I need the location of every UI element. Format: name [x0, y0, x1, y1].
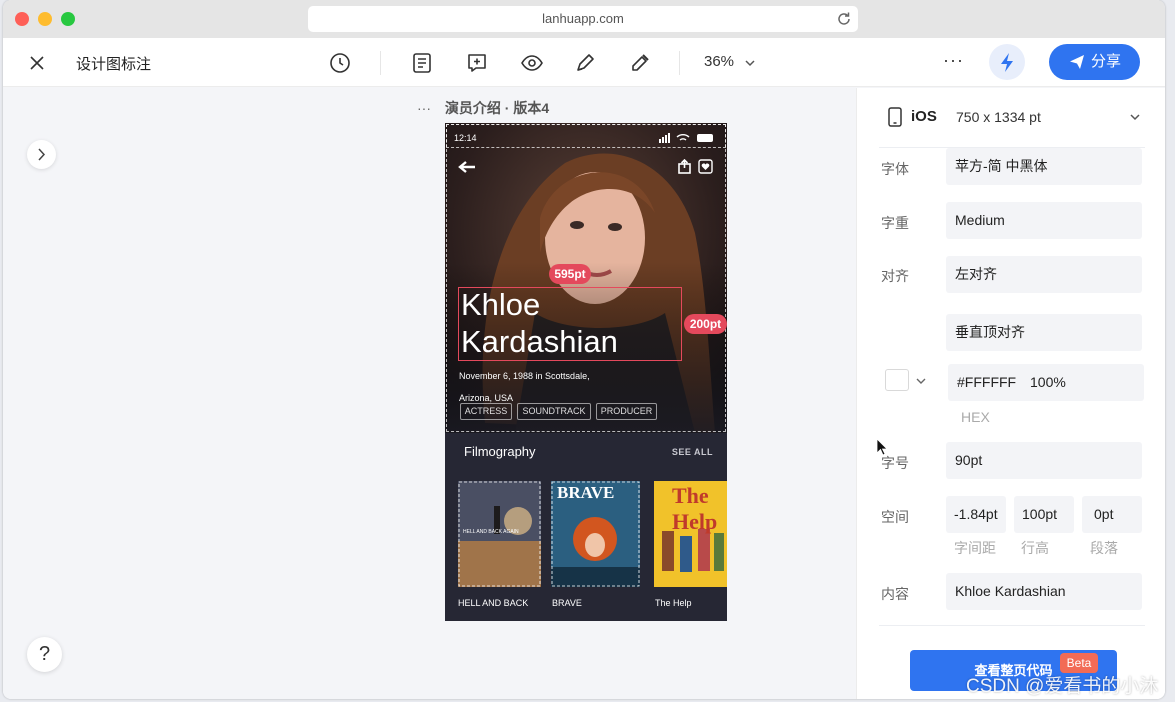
- notes-icon[interactable]: [410, 51, 434, 75]
- pen-icon[interactable]: [573, 51, 597, 75]
- font-family-field[interactable]: 苹方-简 中黑体: [946, 148, 1142, 185]
- help-button[interactable]: ?: [27, 637, 62, 672]
- chevron-down-icon[interactable]: [915, 375, 927, 387]
- mouse-cursor-icon: [876, 438, 888, 456]
- design-canvas[interactable]: ? ··· 演员介绍 · 版本4 12:14 Khloe Kardashian …: [3, 88, 856, 699]
- artboard-menu[interactable]: ···: [417, 100, 431, 116]
- toolbar-divider: [380, 51, 381, 75]
- content-label: 内容: [881, 586, 909, 602]
- align-label: 对齐: [881, 268, 909, 284]
- artboard-phone[interactable]: 12:14 Khloe Kardashian 595pt 200pt Novem…: [445, 123, 727, 621]
- tag-producer: PRODUCER: [596, 403, 657, 420]
- poster-label-the-help: The Help: [655, 598, 692, 608]
- line-height-sub: 行高: [1021, 540, 1049, 556]
- panel-divider: [879, 625, 1145, 626]
- letter-spacing-sub: 字间距: [954, 540, 996, 556]
- font-family-label: 字体: [881, 161, 909, 177]
- comment-add-icon[interactable]: [465, 51, 489, 75]
- artboard-name: 演员介绍 · 版本4: [444, 100, 550, 116]
- color-swatch[interactable]: [885, 369, 909, 391]
- share-button[interactable]: 分享: [1049, 44, 1140, 80]
- send-icon: [1070, 55, 1084, 69]
- zoom-window-button[interactable]: [61, 12, 75, 26]
- eye-icon[interactable]: [520, 51, 544, 75]
- poster-the-help: The Help: [654, 481, 727, 587]
- line-height-field[interactable]: 100pt: [1014, 496, 1074, 533]
- align-field[interactable]: 左对齐: [946, 256, 1142, 293]
- quick-action-button[interactable]: [989, 44, 1025, 80]
- tag-soundtrack: SOUNDTRACK: [517, 403, 591, 420]
- expand-sidebar-button[interactable]: [27, 140, 56, 169]
- birth-line-1: November 6, 1988 in Scottsdale,: [459, 371, 590, 381]
- font-size-label: 字号: [881, 455, 909, 471]
- toolbar-divider: [679, 51, 680, 75]
- color-opacity: 100%: [1030, 374, 1066, 390]
- chevron-right-icon: [38, 148, 46, 161]
- color-hex: #FFFFFF: [957, 374, 1017, 390]
- minimize-window-button[interactable]: [38, 12, 52, 26]
- bolt-icon: [1001, 53, 1013, 72]
- history-icon[interactable]: [328, 51, 352, 75]
- poster-label-brave: BRAVE: [552, 598, 582, 608]
- chevron-down-icon[interactable]: [1128, 110, 1142, 124]
- paragraph-field[interactable]: 0pt: [1082, 496, 1142, 533]
- selection-outline: [458, 287, 682, 361]
- poster-brave: BRAVE: [551, 481, 640, 587]
- poster-caption: HELL AND BACK AGAIN: [463, 529, 519, 535]
- color-format-label: HEX: [961, 409, 990, 425]
- poster-caption: The Help: [672, 483, 718, 534]
- see-all-link: SEE ALL: [671, 447, 713, 457]
- zoom-level[interactable]: 36%: [704, 53, 734, 70]
- font-weight-field[interactable]: Medium: [946, 202, 1142, 239]
- beta-badge: Beta: [1060, 653, 1098, 673]
- address-bar[interactable]: lanhuapp.com: [308, 6, 858, 32]
- poster-caption: BRAVE: [557, 483, 615, 502]
- close-window-button[interactable]: [15, 12, 29, 26]
- artboard-title: ··· 演员介绍 · 版本4: [417, 98, 549, 118]
- browser-window: lanhuapp.com 设计图标注 36% ··· 分享 ? ··· 演员介绍…: [3, 0, 1165, 699]
- title-bar: lanhuapp.com: [3, 0, 1165, 38]
- device-os: iOS: [911, 108, 937, 125]
- hero-photo: 12:14 Khloe Kardashian 595pt 200pt Novem…: [445, 123, 727, 433]
- spacing-label: 空间: [881, 509, 909, 525]
- eyedropper-icon[interactable]: [628, 51, 652, 75]
- font-size-field[interactable]: 90pt: [946, 442, 1142, 479]
- url-text: lanhuapp.com: [542, 11, 624, 26]
- reload-icon[interactable]: [836, 11, 852, 27]
- share-label: 分享: [1091, 53, 1122, 70]
- color-field[interactable]: #FFFFFF 100%: [948, 364, 1144, 401]
- poster-label-hell-and-back: HELL AND BACK: [458, 598, 529, 608]
- poster-hell-and-back: HELL AND BACK AGAIN: [458, 481, 541, 587]
- watermark: CSDN @爱看书的小沐: [966, 676, 1159, 697]
- page-title: 设计图标注: [76, 56, 152, 73]
- chevron-down-icon[interactable]: [743, 56, 757, 70]
- statusbar-bounds: [446, 124, 726, 148]
- vertical-align-field[interactable]: 垂直顶对齐: [946, 314, 1142, 351]
- font-weight-label: 字重: [881, 215, 909, 231]
- tag-actress: ACTRESS: [460, 403, 512, 420]
- close-icon[interactable]: [27, 53, 47, 73]
- distance-badge-right: 200pt: [684, 314, 727, 334]
- distance-badge-top: 595pt: [549, 264, 591, 284]
- app-toolbar: 设计图标注 36% ··· 分享: [3, 38, 1165, 87]
- content-field[interactable]: Khloe Kardashian: [946, 573, 1142, 610]
- device-size: 750 x 1334 pt: [956, 109, 1041, 125]
- inspector-panel: iOS 750 x 1334 pt 字体 苹方-简 中黑体 字重 Medium …: [856, 88, 1165, 699]
- phone-icon: [888, 107, 902, 127]
- letter-spacing-field[interactable]: -1.84pt: [946, 496, 1006, 533]
- more-button[interactable]: ···: [943, 50, 964, 71]
- device-selector[interactable]: iOS 750 x 1334 pt: [857, 88, 1165, 146]
- filmography-title: Filmography: [464, 444, 536, 459]
- paragraph-sub: 段落: [1090, 540, 1118, 556]
